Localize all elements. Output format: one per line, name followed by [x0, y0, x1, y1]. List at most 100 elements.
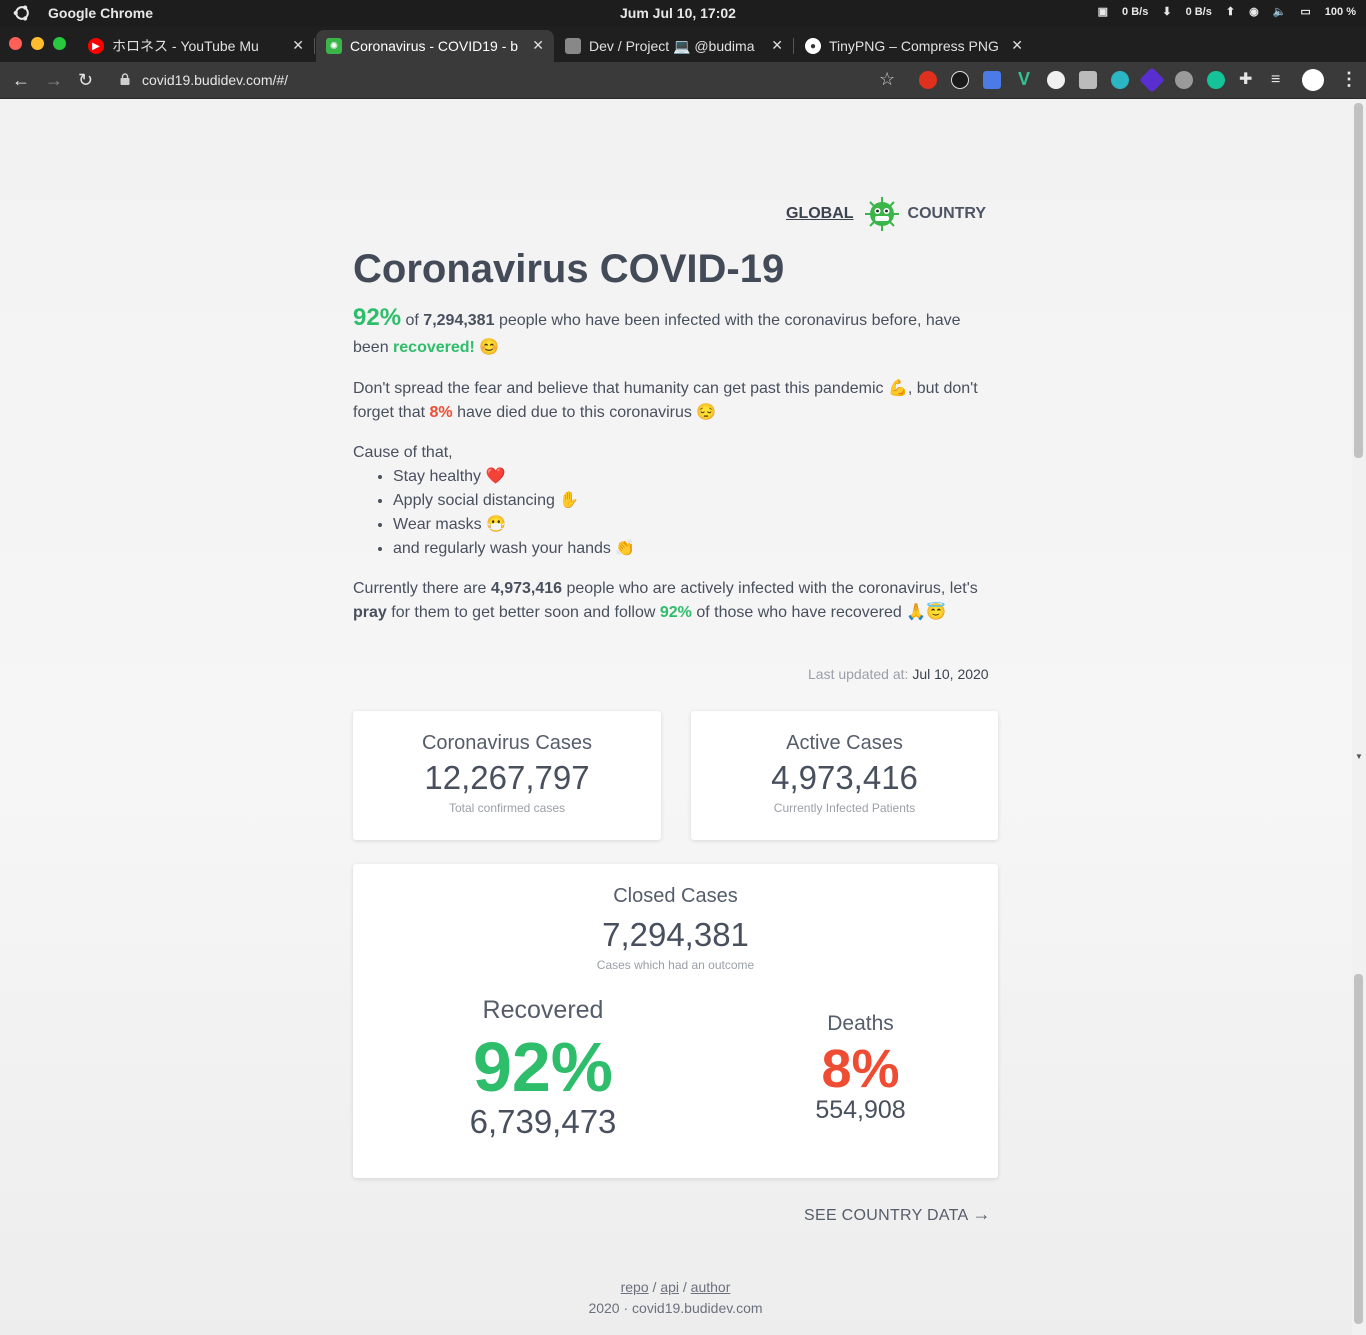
forward-arrow-icon[interactable]: →	[45, 70, 63, 91]
intro-paragraph: 92% of 7,294,381 people who have been in…	[353, 304, 993, 361]
intro-of: of	[405, 312, 419, 329]
card-value: 4,973,416	[771, 759, 918, 796]
tab-coronavirus[interactable]: ✺ Coronavirus - COVID19 - b ✕	[316, 30, 554, 62]
extension-stop-icon[interactable]	[919, 71, 937, 89]
net-up-speed: 0 B/s	[1185, 5, 1212, 18]
extension-diamond-icon[interactable]	[1139, 67, 1165, 93]
tab-dev-project[interactable]: Dev / Project 💻 @budima ✕	[555, 30, 794, 62]
close-tab-icon[interactable]: ✕	[292, 37, 304, 54]
tab-title: ホロネス - YouTube Mu	[112, 38, 259, 54]
close-tab-icon[interactable]: ✕	[1011, 37, 1023, 54]
list-item: Stay healthy ❤️	[393, 465, 635, 489]
battery-level: 100 %	[1324, 5, 1356, 18]
tips-list: Stay healthy ❤️ Apply social distancing …	[393, 465, 635, 561]
see-country-data-link[interactable]: SEE COUNTRY DATA →	[804, 1204, 991, 1225]
death-percent-inline: 8%	[429, 404, 453, 421]
deaths-count: 554,908	[815, 1096, 906, 1124]
net-down-speed: 0 B/s	[1122, 5, 1149, 18]
chrome-menu-icon[interactable]: ⋮	[1340, 69, 1358, 90]
image-icon[interactable]: ▣	[1098, 5, 1108, 18]
download-arrow-icon: ⬇	[1162, 6, 1172, 18]
pray-word: pray	[353, 604, 387, 621]
close-window-button[interactable]	[9, 37, 22, 50]
battery-icon[interactable]: ▭	[1300, 5, 1310, 18]
footer-separator: /	[652, 1279, 657, 1295]
profile-avatar[interactable]	[1302, 69, 1324, 91]
author-link[interactable]: author	[691, 1279, 731, 1295]
virus-mascot-icon	[864, 197, 899, 231]
eye-icon[interactable]: ◉	[1249, 5, 1259, 18]
extension-grammarly-icon[interactable]	[1207, 71, 1225, 89]
address-bar[interactable]: covid19.budidev.com/#/	[142, 72, 288, 88]
recovered-word: recovered!	[393, 339, 475, 356]
card-title: Closed Cases	[613, 885, 738, 907]
tab-youtube-music[interactable]: ▶ ホロネス - YouTube Mu ✕	[78, 30, 315, 62]
system-tray[interactable]: ▣ 0 B/s ⬇ 0 B/s ⬆ ◉ 🔈 ▭ 100 %	[1098, 5, 1356, 19]
card-subtitle: Total confirmed cases	[448, 801, 566, 815]
tab-title: Dev / Project 💻 @budima	[589, 37, 755, 54]
active-count-inline: 4,973,416	[490, 580, 563, 597]
app-name[interactable]: Google Chrome	[48, 5, 153, 21]
extensions-puzzle-icon[interactable]: ✚	[1239, 71, 1257, 89]
deaths-percent: 8%	[821, 1039, 900, 1099]
tab-strip: ▶ ホロネス - YouTube Mu ✕ ✺ Coronavirus - CO…	[0, 26, 1366, 79]
deaths-label: Deaths	[827, 1012, 894, 1035]
scope-switcher: GLOBAL COUNTRY	[786, 194, 998, 234]
card-subtitle: Currently Infected Patients	[773, 801, 916, 815]
last-updated: Last updated at: Jul 10, 2020	[808, 666, 989, 682]
volume-icon[interactable]: 🔈	[1273, 5, 1287, 18]
ubuntu-logo-icon[interactable]	[12, 4, 32, 22]
extension-camera-icon[interactable]	[1079, 71, 1097, 89]
extension-shield-icon[interactable]	[1175, 71, 1193, 89]
system-clock[interactable]: Jum Jul 10, 17:02	[620, 5, 736, 21]
youtube-music-favicon-icon: ▶	[88, 38, 104, 54]
total-cases-card: Coronavirus Cases 12,267,797 Total confi…	[353, 711, 661, 840]
global-link[interactable]: GLOBAL	[786, 205, 854, 223]
active-text: Currently there are	[353, 580, 487, 597]
maximize-window-button[interactable]	[53, 37, 66, 50]
card-subtitle: Cases which had an outcome	[596, 958, 755, 972]
extension-vue-icon[interactable]: V	[1015, 70, 1033, 89]
back-arrow-icon[interactable]: ←	[12, 70, 30, 91]
scrollbar-thumb-lower[interactable]	[1354, 974, 1363, 1324]
smile-emoji-icon: 😊	[479, 339, 500, 356]
browser-toolbar: ← → ↻ covid19.budidev.com/#/ ☆ V ✚ ≡ ⋮	[0, 62, 1366, 99]
footer-copyright: 2020 · covid19.budidev.com	[588, 1300, 763, 1316]
fear-paragraph: Don't spread the fear and believe that h…	[353, 377, 993, 425]
media-queue-icon[interactable]: ≡	[1271, 71, 1289, 89]
cause-intro: Cause of that,	[353, 444, 453, 461]
tab-tinypng[interactable]: ● TinyPNG – Compress PNG ✕	[795, 30, 1033, 62]
country-link[interactable]: COUNTRY	[908, 205, 987, 223]
page-scrollbar[interactable]: ▼	[1352, 99, 1366, 1335]
avatar-favicon-icon	[565, 38, 581, 54]
scroll-down-arrow-icon[interactable]: ▼	[1355, 752, 1363, 761]
bookmark-star-icon[interactable]: ☆	[879, 69, 895, 90]
api-link[interactable]: api	[660, 1279, 679, 1295]
recovered-label: Recovered	[482, 996, 604, 1024]
fear-text-end: have died due to this coronavirus 😔	[457, 404, 717, 421]
lock-icon[interactable]	[120, 73, 130, 85]
scrollbar-thumb[interactable]	[1354, 103, 1363, 458]
list-item: and regularly wash your hands 👏	[393, 537, 635, 561]
card-value: 12,267,797	[424, 759, 590, 796]
upload-arrow-icon: ⬆	[1225, 6, 1236, 18]
close-tab-icon[interactable]: ✕	[532, 37, 544, 54]
last-updated-date: Jul 10, 2020	[912, 666, 989, 682]
panda-favicon-icon: ●	[805, 38, 821, 54]
extension-octopus-icon[interactable]	[951, 71, 969, 89]
active-paragraph: Currently there are 4,973,416 people who…	[353, 577, 998, 625]
minimize-window-button[interactable]	[31, 37, 44, 50]
extension-translate-icon[interactable]	[983, 71, 1001, 89]
extension-face-icon[interactable]	[1047, 71, 1065, 89]
recovered-percent: 92%	[472, 1028, 614, 1106]
reload-icon[interactable]: ↻	[78, 70, 93, 91]
recovered-percent-inline: 92%	[353, 304, 402, 331]
card-value: 7,294,381	[602, 916, 749, 953]
repo-link[interactable]: repo	[621, 1279, 649, 1295]
tab-separator	[793, 38, 794, 54]
extension-m-icon[interactable]	[1111, 71, 1129, 89]
footer: repo / api / author 2020 · covid19.budid…	[353, 1277, 998, 1319]
tab-title: Coronavirus - COVID19 - b	[350, 38, 519, 54]
close-tab-icon[interactable]: ✕	[771, 37, 783, 54]
recovered-percent-inline-2: 92%	[659, 604, 692, 621]
